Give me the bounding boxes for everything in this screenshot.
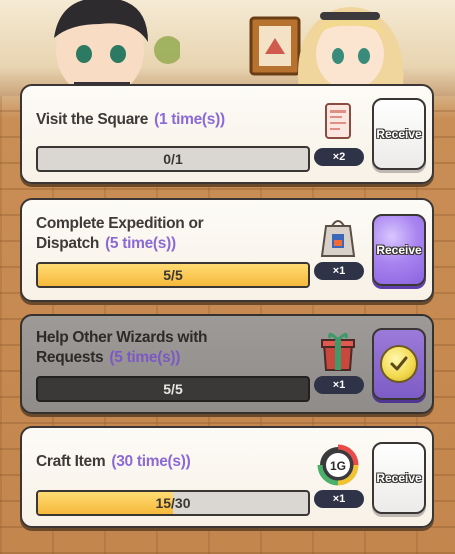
quest-count: (1 time(s)) bbox=[154, 111, 225, 128]
progress-text: 5/5 bbox=[163, 381, 183, 397]
quest-progress-bar: 15/30 bbox=[36, 490, 310, 516]
timer-badge-icon: 1G bbox=[317, 444, 359, 486]
quest-title: Craft Item (30 time(s)) bbox=[36, 453, 191, 470]
receive-button[interactable]: Receive bbox=[372, 98, 426, 170]
reward-quantity: ×1 bbox=[314, 376, 364, 394]
quest-count: (30 time(s)) bbox=[111, 453, 191, 470]
quest-progress-bar: 5/5 bbox=[36, 262, 310, 288]
quest-title: Help Other Wizards with Requests (5 time(… bbox=[36, 329, 208, 366]
quest-title: Complete Expedition or Dispatch (5 time(s… bbox=[36, 215, 204, 252]
quest-progress-bar: 5/5 bbox=[36, 376, 310, 402]
gift-bag-icon bbox=[320, 220, 356, 257]
ticket-icon bbox=[325, 103, 351, 139]
quest-count: (5 time(s)) bbox=[109, 349, 181, 366]
reward-quantity: ×1 bbox=[314, 262, 364, 280]
reward-quantity: ×2 bbox=[314, 148, 364, 166]
reward-quantity: ×1 bbox=[314, 490, 364, 508]
quest-count: (5 time(s)) bbox=[105, 235, 176, 252]
receive-button[interactable]: Receive bbox=[372, 214, 426, 286]
progress-text: 0/1 bbox=[163, 151, 183, 167]
timer-badge-text: 1G bbox=[330, 459, 346, 473]
quest-card-help-wizards: Help Other Wizards with Requests (5 time(… bbox=[20, 314, 434, 414]
quest-card-craft-item: Craft Item (30 time(s)) 15/30 1G ×1 Recei… bbox=[20, 426, 434, 528]
quest-progress-bar: 0/1 bbox=[36, 146, 310, 172]
progress-text: 5/5 bbox=[163, 267, 183, 283]
quest-title: Visit the Square (1 time(s)) bbox=[36, 111, 225, 128]
claimed-button bbox=[372, 328, 426, 400]
receive-button[interactable]: Receive bbox=[372, 442, 426, 514]
quest-card-expedition: Complete Expedition or Dispatch (5 time(s… bbox=[20, 198, 434, 302]
progress-text: 15/30 bbox=[155, 495, 191, 511]
gift-box-icon bbox=[321, 333, 355, 371]
check-icon bbox=[380, 345, 418, 383]
quest-card-visit-square: Visit the Square (1 time(s)) 0/1 ×2 Recei… bbox=[20, 84, 434, 184]
